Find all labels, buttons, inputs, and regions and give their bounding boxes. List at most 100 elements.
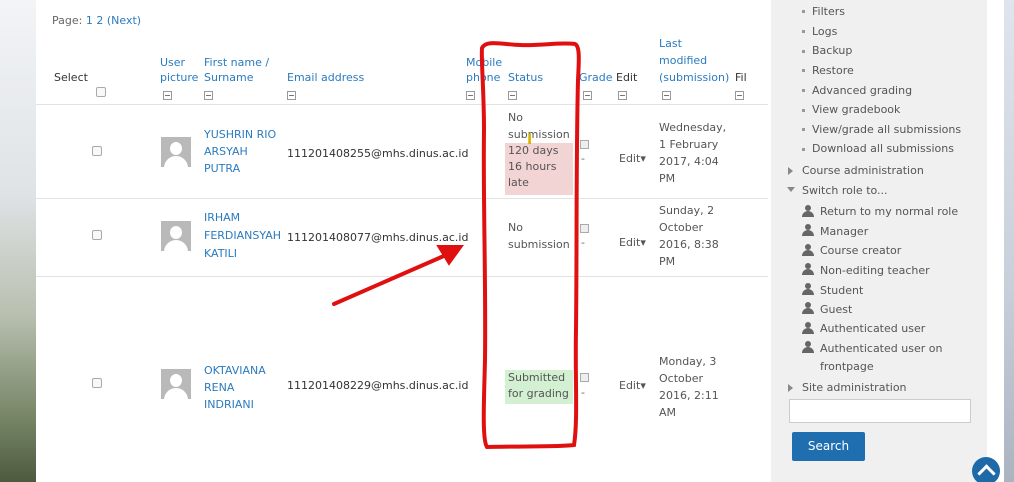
role-return-normal[interactable]: Return to my normal role — [820, 205, 958, 218]
student-name-line2[interactable]: RENA — [204, 380, 234, 396]
bullet-icon — [802, 109, 805, 112]
header-status[interactable]: Status — [508, 70, 543, 85]
bullet-icon — [802, 128, 805, 131]
email-cell: 111201408255@mhs.dinus.ac.id — [287, 147, 469, 160]
user-icon — [802, 341, 814, 353]
avatar — [161, 137, 191, 167]
late-line3: late — [508, 176, 529, 189]
student-name-line2[interactable]: ARSYAH — [204, 144, 248, 160]
row-select-checkbox[interactable] — [92, 146, 102, 156]
student-name-line3[interactable]: INDRIANI — [204, 397, 254, 413]
sidebar-course-administration[interactable]: Course administration — [802, 164, 924, 177]
last-modified-line4: AM — [659, 406, 677, 419]
last-modified-line3: 2016, 8:38 — [659, 238, 719, 251]
role-authenticated-frontpage-line2[interactable]: frontpage — [820, 360, 874, 373]
administration-block: Filters Logs Backup Restore Advanced gra… — [771, 0, 987, 482]
student-name-line1[interactable]: YUSHRIN RIO — [204, 127, 276, 143]
role-manager[interactable]: Manager — [820, 225, 868, 238]
edit-menu[interactable]: Edit▾ — [619, 379, 646, 392]
collapse-column-icon[interactable] — [508, 91, 517, 100]
header-mobile-line1[interactable]: Mobile — [466, 55, 502, 70]
sidebar-item-backup[interactable]: Backup — [812, 44, 852, 57]
header-name-line1[interactable]: First name / — [204, 55, 269, 70]
pager-label: Page: — [52, 14, 83, 27]
row-select-checkbox[interactable] — [92, 378, 102, 388]
submitted-status-badge: Submitted for grading — [505, 370, 573, 404]
sidebar-item-filters[interactable]: Filters — [812, 5, 845, 18]
sidebar-item-view-gradebook[interactable]: View gradebook — [812, 103, 900, 116]
sidebar-item-logs[interactable]: Logs — [812, 25, 837, 38]
collapse-column-icon[interactable] — [163, 91, 172, 100]
edit-menu[interactable]: Edit▾ — [619, 236, 646, 249]
sidebar-item-restore[interactable]: Restore — [812, 64, 854, 77]
student-name-line1[interactable]: IRHAM — [204, 210, 240, 226]
grade-edit-icon[interactable] — [580, 224, 589, 233]
header-mobile-line2[interactable]: phone — [466, 70, 500, 85]
sidebar: Filters Logs Backup Restore Advanced gra… — [768, 0, 1004, 482]
grade-edit-icon[interactable] — [580, 373, 589, 382]
desktop-background-left — [0, 0, 36, 482]
user-icon — [802, 205, 814, 217]
role-student[interactable]: Student — [820, 284, 863, 297]
student-name-line3[interactable]: PUTRA — [204, 161, 240, 177]
student-name-line1[interactable]: OKTAVIANA — [204, 363, 266, 379]
last-modified-line3: 2017, 4:04 — [659, 155, 719, 168]
sidebar-item-advanced-grading[interactable]: Advanced grading — [812, 84, 912, 97]
pager-page-2[interactable]: 2 — [96, 14, 103, 27]
role-non-editing-teacher[interactable]: Non-editing teacher — [820, 264, 930, 277]
role-authenticated-frontpage-line1[interactable]: Authenticated user on — [820, 342, 942, 355]
pager: Page: 1 2 (Next) — [52, 14, 141, 27]
user-icon — [802, 244, 814, 256]
sidebar-site-administration[interactable]: Site administration — [802, 381, 907, 394]
header-last-modified-line2[interactable]: modified — [659, 53, 707, 68]
header-user-picture-line1[interactable]: User — [160, 55, 185, 70]
row-divider — [36, 104, 768, 105]
sidebar-item-view-grade-all[interactable]: View/grade all submissions — [812, 123, 961, 136]
pager-page-1[interactable]: 1 — [86, 14, 93, 27]
collapse-column-icon[interactable] — [466, 91, 475, 100]
header-last-modified-line1[interactable]: Last — [659, 36, 682, 51]
sidebar-item-download-all[interactable]: Download all submissions — [812, 142, 954, 155]
last-modified-line2: October — [659, 221, 704, 234]
header-select: Select — [54, 71, 88, 84]
collapse-column-icon[interactable] — [662, 91, 671, 100]
late-line1: 120 days — [508, 144, 559, 157]
status-line2: submission — [508, 238, 570, 251]
role-guest[interactable]: Guest — [820, 303, 852, 316]
scroll-to-top-icon[interactable] — [972, 457, 1000, 482]
status-line1: No — [508, 221, 523, 234]
search-button[interactable]: Search — [792, 432, 865, 461]
admin-search-input[interactable] — [789, 399, 971, 423]
collapse-column-icon[interactable] — [735, 91, 744, 100]
header-name-line2[interactable]: Surname — [204, 70, 253, 85]
sidebar-switch-role[interactable]: Switch role to... — [802, 184, 888, 197]
collapse-column-icon[interactable] — [204, 91, 213, 100]
avatar — [161, 369, 191, 399]
student-name-line2[interactable]: FERDIANSYAH — [204, 228, 281, 244]
dropdown-caret-icon: ▾ — [640, 379, 646, 392]
student-name-line3[interactable]: KATILI — [204, 246, 237, 262]
collapse-column-icon[interactable] — [583, 91, 592, 100]
row-divider — [36, 276, 768, 277]
header-email[interactable]: Email address — [287, 70, 364, 85]
collapse-column-icon[interactable] — [618, 91, 627, 100]
text-cursor-icon: I — [527, 132, 533, 148]
user-icon — [802, 322, 814, 334]
collapse-column-icon[interactable] — [287, 91, 296, 100]
dropdown-caret-icon: ▾ — [640, 152, 646, 165]
header-grade[interactable]: Grade — [579, 70, 613, 85]
header-user-picture-line2[interactable]: picture — [160, 70, 198, 85]
header-edit: Edit — [616, 71, 638, 84]
select-all-checkbox[interactable] — [96, 87, 106, 97]
grade-edit-icon[interactable] — [580, 140, 589, 149]
edit-menu[interactable]: Edit▾ — [619, 152, 646, 165]
late-line2: 16 hours — [508, 160, 557, 173]
role-course-creator[interactable]: Course creator — [820, 244, 901, 257]
role-authenticated-user[interactable]: Authenticated user — [820, 322, 925, 335]
bullet-icon — [802, 148, 805, 151]
last-modified-line4: PM — [659, 255, 676, 268]
pager-next[interactable]: (Next) — [107, 14, 141, 27]
row-select-checkbox[interactable] — [92, 230, 102, 240]
last-modified-line1: Sunday, 2 — [659, 204, 715, 217]
header-last-modified-line3[interactable]: (submission) — [659, 70, 729, 85]
